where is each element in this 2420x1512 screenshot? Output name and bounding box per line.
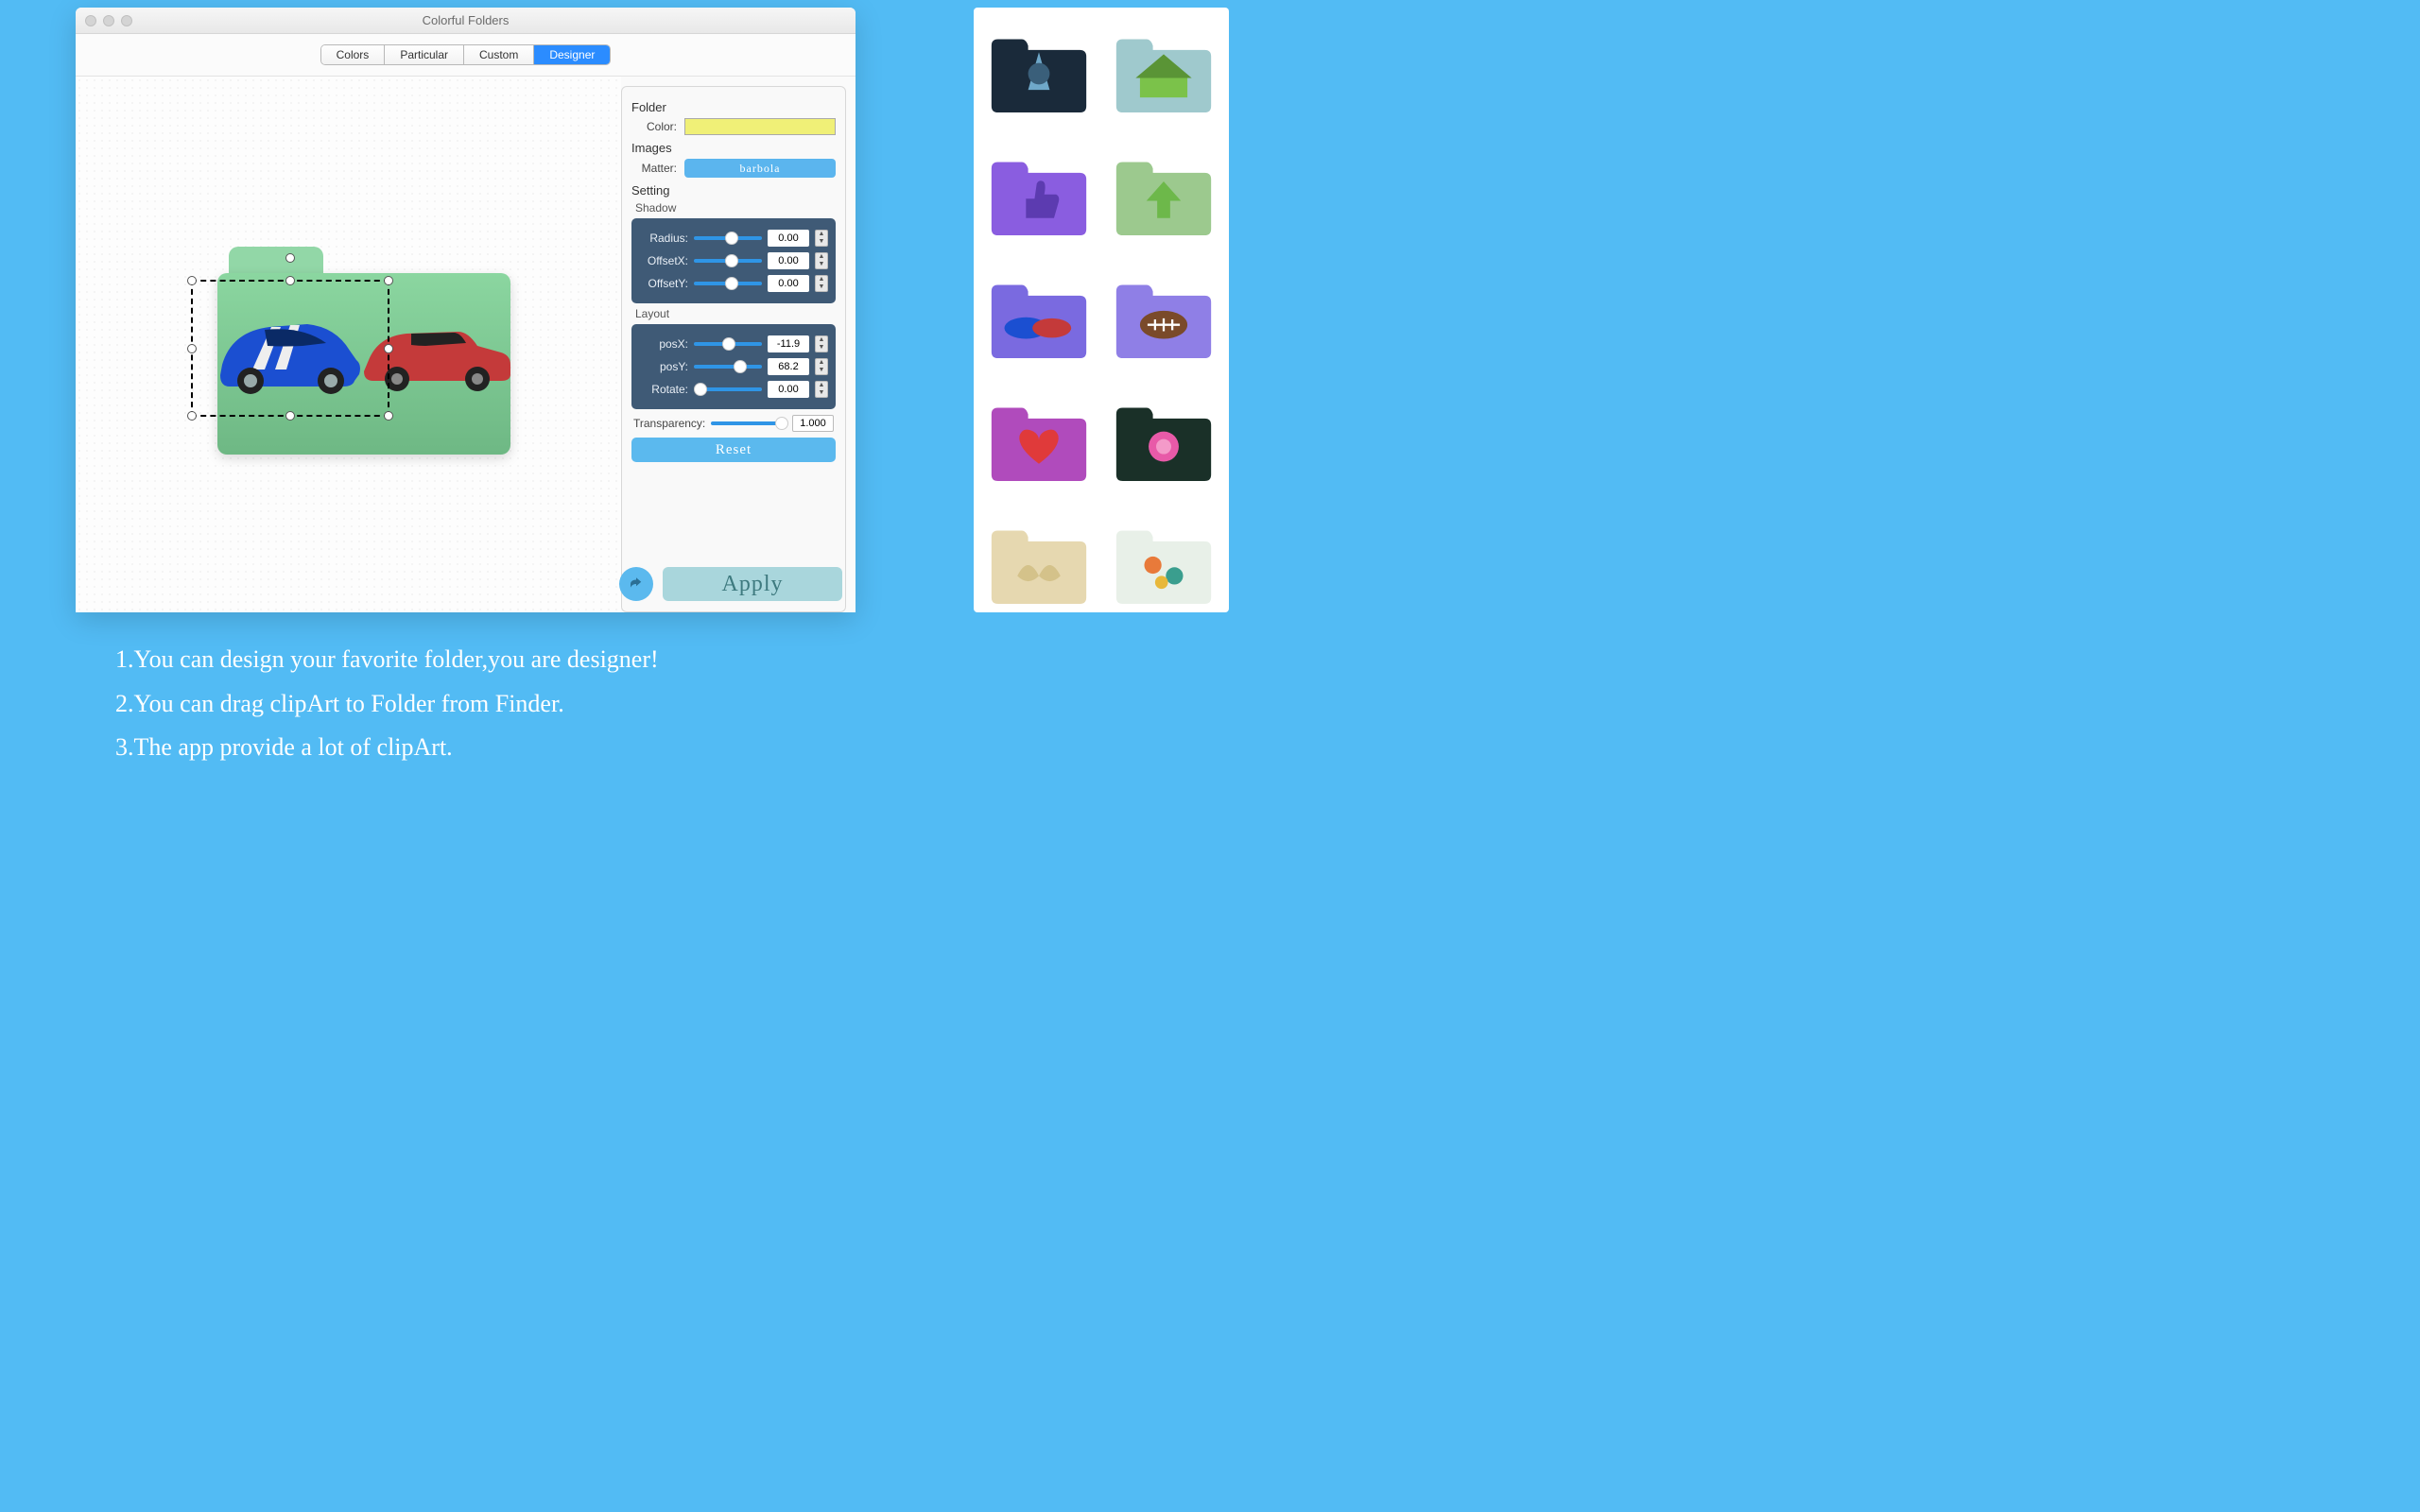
caption-1: 1.You can design your favorite folder,yo… (115, 646, 659, 674)
rotate-stepper[interactable]: ▲▼ (815, 381, 828, 398)
rotate-value[interactable]: 0.00 (768, 381, 809, 398)
layout-subtitle: Layout (635, 307, 836, 320)
gallery-folder-9[interactable] (1110, 514, 1218, 616)
gallery-folder-6[interactable] (985, 391, 1093, 493)
bottom-bar: Apply (619, 567, 842, 601)
tab-designer[interactable]: Designer (534, 45, 610, 64)
reset-button[interactable]: Reset (631, 438, 836, 462)
rotate-handle[interactable] (285, 253, 295, 263)
matter-label: Matter: (631, 162, 677, 175)
posx-slider[interactable] (694, 342, 762, 346)
folder-section-title: Folder (631, 100, 836, 114)
images-section-title: Images (631, 141, 836, 155)
posx-label: posX: (639, 337, 688, 351)
offsety-slider[interactable] (694, 282, 762, 285)
posy-value[interactable]: 68.2 (768, 358, 809, 375)
resize-handle[interactable] (187, 344, 197, 353)
resize-handle[interactable] (187, 411, 197, 421)
apply-button[interactable]: Apply (663, 567, 842, 601)
offsety-value[interactable]: 0.00 (768, 275, 809, 292)
transparency-value[interactable]: 1.000 (792, 415, 834, 432)
posx-value[interactable]: -11.9 (768, 335, 809, 352)
window-title: Colorful Folders (76, 13, 856, 27)
tab-bar: Colors Particular Custom Designer (320, 44, 612, 65)
share-button[interactable] (619, 567, 653, 601)
gallery-folder-2[interactable] (985, 146, 1093, 248)
captions: 1.You can design your favorite folder,yo… (115, 643, 659, 779)
tab-colors[interactable]: Colors (321, 45, 386, 64)
radius-slider[interactable] (694, 236, 762, 240)
offsety-label: OffsetY: (639, 277, 688, 290)
posy-slider[interactable] (694, 365, 762, 369)
offsetx-stepper[interactable]: ▲▼ (815, 252, 828, 269)
resize-handle[interactable] (285, 411, 295, 421)
setting-section-title: Setting (631, 183, 836, 198)
gallery-folder-4[interactable] (985, 268, 1093, 370)
gallery-folder-5[interactable] (1110, 268, 1218, 370)
caption-3: 3.The app provide a lot of clipArt. (115, 734, 659, 762)
radius-label: Radius: (639, 232, 688, 245)
titlebar: Colorful Folders (76, 8, 856, 34)
toolbar: Colors Particular Custom Designer (76, 34, 856, 77)
offsetx-slider[interactable] (694, 259, 762, 263)
selection-box[interactable] (191, 280, 389, 417)
share-icon (628, 576, 645, 593)
folder-preview[interactable] (217, 247, 510, 455)
posy-label: posY: (639, 360, 688, 373)
resize-handle[interactable] (187, 276, 197, 285)
matter-button[interactable]: barbola (684, 159, 836, 178)
shadow-subtitle: Shadow (635, 201, 836, 215)
radius-value[interactable]: 0.00 (768, 230, 809, 247)
transparency-slider[interactable] (711, 421, 786, 425)
color-swatch[interactable] (684, 118, 836, 135)
offsetx-value[interactable]: 0.00 (768, 252, 809, 269)
inspector-panel: Folder Color: Images Matter: barbola Set… (621, 86, 846, 612)
tab-custom[interactable]: Custom (464, 45, 534, 64)
resize-handle[interactable] (285, 276, 295, 285)
posx-stepper[interactable]: ▲▼ (815, 335, 828, 352)
resize-handle[interactable] (384, 344, 393, 353)
design-canvas[interactable] (76, 77, 621, 612)
posy-stepper[interactable]: ▲▼ (815, 358, 828, 375)
gallery-folder-0[interactable] (985, 23, 1093, 125)
gallery-folder-1[interactable] (1110, 23, 1218, 125)
rotate-slider[interactable] (694, 387, 762, 391)
resize-handle[interactable] (384, 276, 393, 285)
caption-2: 2.You can drag clipArt to Folder from Fi… (115, 691, 659, 718)
offsetx-label: OffsetX: (639, 254, 688, 267)
gallery-panel (974, 8, 1229, 612)
resize-handle[interactable] (384, 411, 393, 421)
offsety-stepper[interactable]: ▲▼ (815, 275, 828, 292)
app-window: Colorful Folders Colors Particular Custo… (76, 8, 856, 612)
gallery-folder-7[interactable] (1110, 391, 1218, 493)
tab-particular[interactable]: Particular (385, 45, 464, 64)
transparency-label: Transparency: (633, 417, 705, 430)
layout-panel: posX: -11.9 ▲▼ posY: 68.2 ▲▼ Rotate: 0.0… (631, 324, 836, 409)
gallery-folder-3[interactable] (1110, 146, 1218, 248)
shadow-panel: Radius: 0.00 ▲▼ OffsetX: 0.00 ▲▼ OffsetY… (631, 218, 836, 303)
rotate-label: Rotate: (639, 383, 688, 396)
color-label: Color: (631, 120, 677, 133)
radius-stepper[interactable]: ▲▼ (815, 230, 828, 247)
gallery-folder-8[interactable] (985, 514, 1093, 616)
